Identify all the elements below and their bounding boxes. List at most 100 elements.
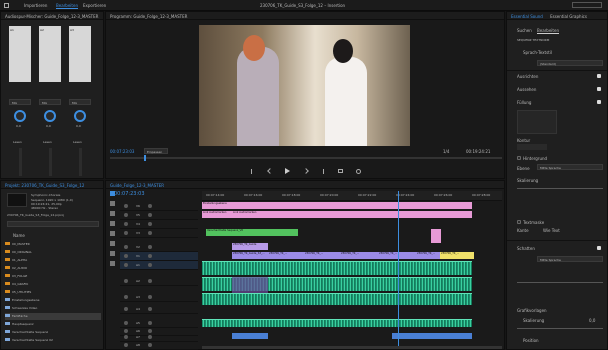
clip-v1a[interactable]: 230706_TK_Guide_S3_... [232, 252, 268, 259]
mute-icon[interactable] [148, 321, 152, 325]
ripple-edit-icon[interactable] [110, 211, 115, 216]
home-icon[interactable] [4, 3, 9, 8]
color-picker[interactable] [517, 110, 557, 134]
layer-dropdown[interactable]: Mitte Sprache [537, 164, 603, 170]
track-header-v1[interactable]: V1 [120, 252, 198, 261]
lock-icon[interactable] [124, 231, 128, 235]
play-icon[interactable] [285, 168, 290, 174]
project-search[interactable] [7, 221, 99, 227]
eye-icon[interactable] [148, 222, 152, 226]
read-mode-2[interactable]: Lesen [43, 140, 52, 144]
clip-v1f[interactable]: 230706_TK_... [416, 252, 440, 259]
pen-tool-icon[interactable] [110, 241, 115, 246]
clip-v4b[interactable]: Link Audiomarken [232, 211, 472, 218]
lock-icon[interactable] [124, 213, 128, 217]
slip-tool-icon[interactable] [110, 231, 115, 236]
footer-value[interactable]: 0,0 [589, 318, 595, 323]
track-header-a2[interactable]: A2 [120, 277, 198, 286]
mixer-mode-dropdown-1[interactable]: Mix [9, 99, 31, 105]
mute-icon[interactable] [148, 307, 152, 311]
track-header-a3[interactable]: A3 [120, 293, 198, 302]
shadow-checkbox[interactable] [597, 246, 601, 250]
camera-icon[interactable] [337, 169, 343, 173]
mark-in-icon[interactable] [251, 168, 254, 174]
bg-checkbox[interactable] [517, 156, 521, 160]
clip-pink-small[interactable] [431, 229, 441, 243]
edge-value[interactable]: Wie Text [543, 228, 560, 233]
eye-icon[interactable] [148, 213, 152, 217]
scrubber-bar[interactable] [110, 155, 502, 161]
timeline-timecode[interactable]: 00:07:23:03 [114, 191, 145, 197]
timeline-ruler[interactable]: 00:07:14:00 00:07:16:00 00:07:18:00 00:07:2… [202, 191, 502, 201]
track-header-a4[interactable]: A4 [120, 305, 198, 314]
pan-knob-1[interactable] [14, 110, 26, 122]
clip-v4a[interactable]: Link Audiomarken [202, 211, 232, 218]
track-header-v6[interactable]: V6 [120, 202, 198, 211]
add-button-icon[interactable] [356, 168, 361, 174]
project-item[interactable]: Verschachtelte Sequenz 02 [5, 337, 101, 344]
eye-icon[interactable] [148, 245, 152, 249]
tab-edit[interactable]: Bearbeiten [56, 3, 78, 9]
mute-icon[interactable] [148, 343, 152, 347]
track-header-a1[interactable]: A1 [120, 261, 198, 270]
clip-v1g[interactable]: 230706_TK_... [440, 252, 474, 259]
mute-icon[interactable] [148, 279, 152, 283]
project-item[interactable]: Einstellungsebene [5, 297, 101, 304]
timeline-tab[interactable]: Guide_Folge_12-3_MASTER [110, 183, 164, 188]
tab-import[interactable]: Importieren [24, 3, 47, 8]
timeline-playhead[interactable] [398, 191, 399, 346]
subtab-search[interactable]: Suchen [517, 28, 532, 33]
project-item[interactable]: 04_GRAFIK [5, 281, 101, 288]
pan-knob-2[interactable] [44, 110, 56, 122]
fill-checkbox[interactable] [597, 100, 601, 104]
playhead-marker[interactable] [144, 155, 146, 161]
stroke-swatch[interactable] [517, 144, 547, 150]
track-header-v5[interactable]: V5 [120, 211, 198, 220]
track-select-icon[interactable] [110, 201, 115, 206]
lock-icon[interactable] [124, 295, 128, 299]
clip-v1e[interactable]: 230706_TK_... [378, 252, 416, 259]
lock-icon[interactable] [124, 321, 128, 325]
audio-clip-a1[interactable] [202, 261, 472, 275]
eye-icon[interactable] [148, 231, 152, 235]
clip-v1d[interactable]: 230706_TK_... [340, 252, 378, 259]
appearance-checkbox[interactable] [597, 87, 601, 91]
clip-v3[interactable]: Verschachtelte Sequenz_V8 [206, 229, 298, 236]
shadow-slider[interactable] [517, 282, 603, 283]
clip-v1b[interactable]: 230706_TK_... [268, 252, 304, 259]
audio-clip-a4[interactable] [202, 319, 472, 327]
audio-clip-a5[interactable] [232, 333, 268, 339]
clip-v1c[interactable]: 230706_TK_... [304, 252, 340, 259]
mute-icon[interactable] [148, 295, 152, 299]
eye-icon[interactable] [148, 204, 152, 208]
timeline-scrollbar[interactable] [202, 346, 502, 349]
program-timecode[interactable]: 00:07:23:03 [110, 149, 134, 154]
lock-icon[interactable] [124, 245, 128, 249]
project-item[interactable]: 00_MASTER [5, 241, 101, 248]
tab-essential-graphics[interactable]: Essential Graphics [550, 14, 587, 19]
window-controls[interactable] [572, 2, 602, 8]
project-item[interactable]: 03_FOLGE [5, 273, 101, 280]
pan-knob-3[interactable] [74, 110, 86, 122]
project-item[interactable]: Schwarzes Video [5, 305, 101, 312]
lock-icon[interactable] [124, 222, 128, 226]
track-header-a8[interactable]: A8 [120, 341, 198, 350]
project-item[interactable]: Verschachtelte Sequenz [5, 329, 101, 336]
project-item[interactable]: 00_ORIGINAL [5, 249, 101, 256]
mask-checkbox[interactable] [517, 220, 521, 224]
lock-icon[interactable] [124, 307, 128, 311]
track-header-v3[interactable]: V3 [120, 229, 198, 238]
align-checkbox[interactable] [597, 74, 601, 78]
project-item[interactable]: 01_ALPHA [5, 257, 101, 264]
mark-out-icon[interactable] [321, 168, 324, 174]
project-item[interactable]: Farbfläche [5, 313, 101, 320]
subtab-edit[interactable]: Bearbeiten [537, 28, 559, 34]
razor-tool-icon[interactable] [110, 221, 115, 226]
track-header-v4[interactable]: V4 [120, 220, 198, 229]
hand-tool-icon[interactable] [110, 251, 115, 256]
selection-tool-icon[interactable] [110, 191, 115, 196]
project-item[interactable]: 05_UTILITIES [5, 289, 101, 296]
eye-icon[interactable] [148, 254, 152, 258]
style-dropdown[interactable]: (Standard) [537, 60, 603, 66]
type-tool-icon[interactable] [110, 261, 115, 266]
